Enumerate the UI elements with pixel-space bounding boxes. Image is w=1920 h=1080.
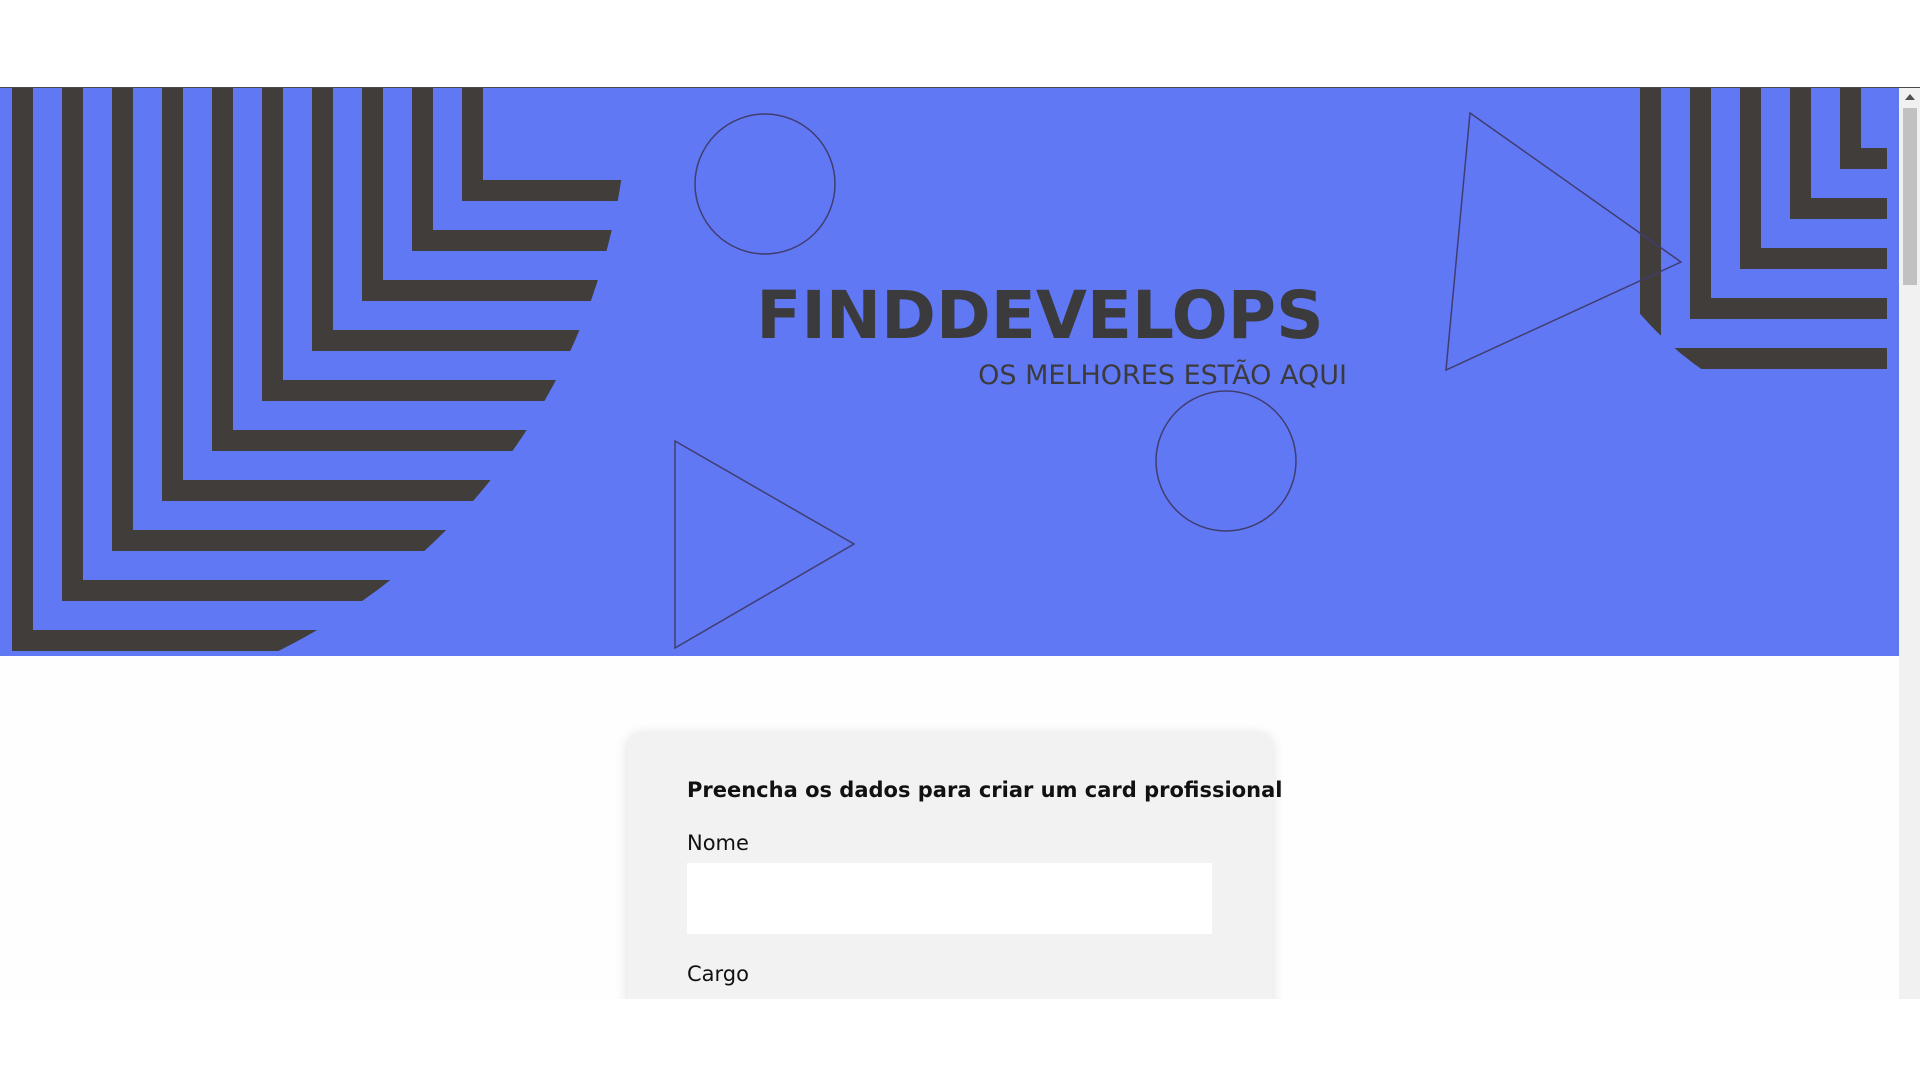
create-card-form: Preencha os dados para criar um card pro… xyxy=(627,732,1282,999)
cargo-label: Cargo xyxy=(687,962,749,986)
triangle-up-icon xyxy=(1904,93,1915,100)
vertical-scrollbar[interactable] xyxy=(1899,88,1920,999)
form-heading: Preencha os dados para criar um card pro… xyxy=(687,778,1283,802)
scroll-up-button[interactable] xyxy=(1899,88,1920,105)
site-title: FINDDEVELOPS xyxy=(756,277,1323,354)
scrollbar-thumb[interactable] xyxy=(1903,108,1917,285)
banner-background xyxy=(0,88,1899,656)
nome-label: Nome xyxy=(687,831,749,855)
hero-banner: FINDDEVELOPS OS MELHORES ESTÃO AQUI xyxy=(0,88,1899,656)
browser-top-area xyxy=(0,0,1920,88)
nome-input[interactable] xyxy=(687,863,1212,934)
page-viewport: FINDDEVELOPS OS MELHORES ESTÃO AQUI Pree… xyxy=(0,88,1920,999)
browser-bottom-area xyxy=(0,999,1920,1080)
site-subtitle: OS MELHORES ESTÃO AQUI xyxy=(978,359,1347,391)
